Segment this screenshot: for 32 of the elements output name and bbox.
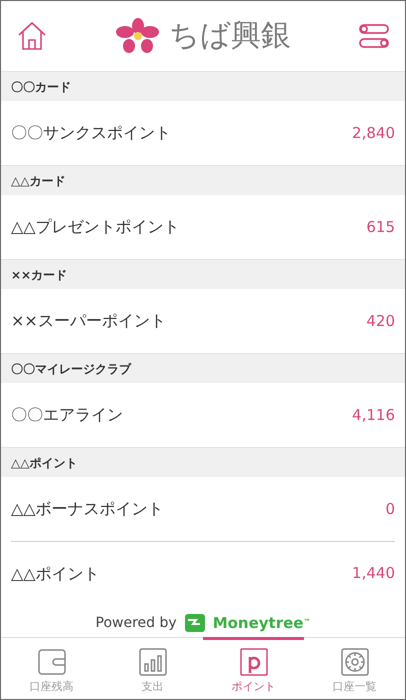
point-program-name: ××スーパーポイント — [11, 310, 166, 332]
toggle-menu-icon[interactable] — [359, 23, 389, 49]
tab-bar-item[interactable]: 口座残高 — [1, 637, 102, 699]
tab-bar-item[interactable]: ポイント — [203, 637, 304, 699]
section-header: △△ポイント — [1, 447, 405, 477]
wallet-icon — [36, 647, 66, 677]
moneytree-logo-icon — [184, 614, 205, 632]
moneytree-brand-text: Moneytree$^{™}$ — [212, 612, 310, 634]
section-header: 〇〇カード — [1, 71, 405, 101]
powered-by-text: Powered by — [96, 614, 177, 632]
section-header: △△カード — [1, 165, 405, 195]
point-balance: 615 — [366, 216, 395, 238]
point-program-name: 〇〇エアライン — [11, 404, 123, 426]
flower-logo-icon — [115, 18, 161, 54]
point-program-name: △△ボーナスポイント — [11, 498, 164, 520]
section-header: 〇〇マイレージクラブ — [1, 353, 405, 383]
point-program-name: 〇〇サンクスポイント — [11, 122, 171, 144]
bar-chart-icon — [138, 647, 168, 677]
letter-p-icon — [238, 647, 268, 677]
point-balance: 0 — [385, 498, 395, 520]
home-icon[interactable] — [17, 21, 47, 51]
section-header: ××カード — [1, 259, 405, 289]
tab-bar-item[interactable]: 支出 — [102, 637, 203, 699]
bank-logo-text: ちば興銀 — [169, 21, 291, 51]
point-balance: 420 — [366, 310, 395, 332]
point-balance: 2,840 — [352, 122, 395, 144]
point-balance: 4,116 — [352, 404, 395, 426]
point-balance: 1,440 — [352, 563, 395, 584]
safe-dial-icon — [340, 647, 370, 677]
point-program-name: △△ポイント — [11, 562, 100, 584]
point-program-name: △△プレゼントポイント — [11, 216, 180, 238]
tab-bar-item[interactable]: 口座一覧 — [304, 637, 405, 699]
